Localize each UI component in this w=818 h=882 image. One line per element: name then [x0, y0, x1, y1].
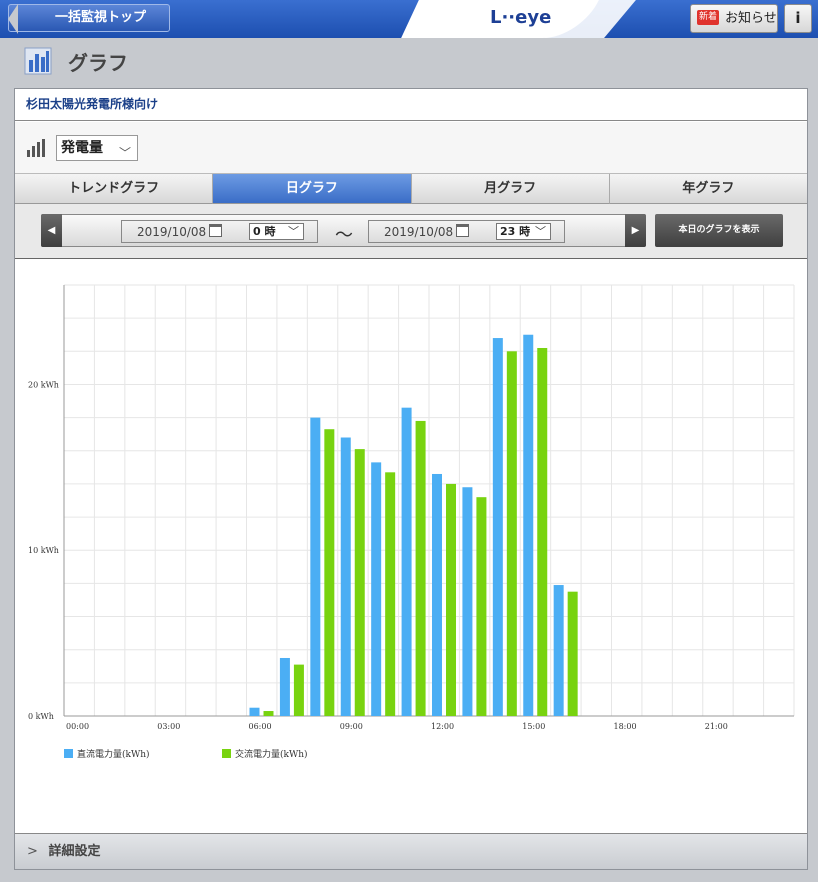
notice-label: お知らせ	[725, 11, 777, 26]
chart-area: 0 kWh 10 kWh 20 kWh 00:00 03:00 06:00 09:00 12:…	[15, 260, 807, 834]
date-range-bar: ◀ 2019/10/08 0 時 ﹀ 〜 2019/10/08 23 時 ﹀ ▶	[15, 204, 807, 259]
chart-bar	[476, 497, 487, 716]
chart-bar	[293, 664, 304, 716]
graph-page-icon	[24, 47, 52, 75]
back-arrow-icon	[8, 4, 18, 34]
chart-bar	[340, 437, 351, 716]
start-hour-value: 0 時	[253, 225, 276, 238]
back-button-label: 一括監視トップ	[55, 10, 147, 25]
legend-swatch	[64, 749, 73, 758]
chart-bar	[506, 351, 517, 716]
end-date-value: 2019/10/08	[384, 225, 454, 239]
top-header-bar: 一括監視トップ L··eye 新着 お知らせ i	[0, 0, 818, 38]
x-tick-label: 06:00	[249, 722, 272, 731]
chart-bar	[432, 473, 442, 716]
chart-bar	[446, 483, 456, 716]
chart-bar	[401, 407, 412, 716]
legend-label: 直流電力量(kWh)	[77, 748, 150, 760]
start-date-value: 2019/10/08	[137, 225, 207, 239]
end-hour-value: 23 時	[500, 225, 531, 238]
x-tick-label: 03:00	[157, 722, 180, 731]
bar-chart-icon	[27, 139, 45, 157]
daily-generation-chart: 0 kWh 10 kWh 20 kWh 00:00 03:00 06:00 09:00 12:…	[28, 284, 795, 760]
tab-month-graph[interactable]: 月グラフ	[411, 174, 610, 204]
chart-bar	[385, 472, 396, 716]
chart-bar	[310, 417, 321, 716]
detail-settings-label: 詳細設定	[48, 844, 101, 859]
graph-panel: 杉田太陽光発電所様向け 発電量 ﹀ トレンドグラフ 日グラフ 月グラフ 年グラフ…	[14, 88, 808, 870]
chart-bar	[324, 429, 335, 716]
x-tick-label: 00:00	[66, 722, 89, 731]
x-tick-label: 12:00	[431, 722, 454, 731]
chart-bar	[523, 334, 534, 716]
chevron-down-icon: ﹀	[535, 225, 546, 238]
plant-name: 杉田太陽光発電所様向け	[15, 89, 807, 121]
tab-year-graph[interactable]: 年グラフ	[609, 174, 807, 204]
start-hour-select[interactable]: 0 時 ﹀	[249, 223, 304, 240]
calendar-icon[interactable]	[456, 224, 469, 237]
y-tick-label: 10 kWh	[28, 546, 59, 555]
date-range-box: ◀ 2019/10/08 0 時 ﹀ 〜 2019/10/08 23 時 ﹀ ▶	[41, 214, 646, 247]
metric-select-value: 発電量	[61, 140, 103, 156]
graph-tabs: トレンドグラフ 日グラフ 月グラフ 年グラフ	[15, 174, 807, 204]
chevron-right-icon: >	[27, 844, 38, 859]
chart-bar	[553, 585, 564, 716]
page-title: グラフ	[68, 51, 128, 75]
info-icon[interactable]: i	[784, 4, 812, 33]
chart-bar	[354, 449, 365, 716]
notice-button[interactable]: 新着 お知らせ	[690, 4, 778, 33]
end-date-field[interactable]: 2019/10/08 23 時 ﹀	[368, 220, 565, 243]
range-separator: 〜	[335, 225, 353, 246]
y-tick-label: 20 kWh	[28, 380, 59, 389]
chart-bar	[462, 487, 473, 716]
tab-day-graph[interactable]: 日グラフ	[213, 174, 412, 204]
chevron-down-icon: ﹀	[288, 225, 299, 238]
chart-bar	[249, 707, 260, 716]
metric-row: 発電量 ﹀	[15, 122, 807, 174]
app-logo: L··eye	[490, 7, 552, 28]
x-tick-label: 21:00	[705, 722, 728, 731]
chart-bar	[415, 420, 426, 716]
x-tick-label: 18:00	[614, 722, 637, 731]
x-tick-label: 09:00	[340, 722, 363, 731]
metric-select[interactable]: 発電量 ﹀	[56, 135, 138, 161]
chart-bar	[492, 338, 503, 716]
legend-swatch	[222, 749, 231, 758]
y-tick-label: 0 kWh	[28, 712, 54, 721]
tab-trend-graph[interactable]: トレンドグラフ	[15, 174, 214, 204]
show-today-graph-button[interactable]: 本日のグラフを表示	[655, 214, 783, 247]
legend-label: 交流電力量(kWh)	[235, 748, 308, 760]
chart-bar	[263, 711, 274, 716]
chart-bar	[567, 591, 578, 716]
start-date-field[interactable]: 2019/10/08 0 時 ﹀	[121, 220, 318, 243]
chevron-down-icon: ﹀	[118, 146, 131, 160]
next-arrow-icon[interactable]: ▶	[625, 214, 646, 247]
detail-settings-toggle[interactable]: > 詳細設定	[15, 833, 807, 869]
chart-bar	[371, 462, 382, 716]
new-badge: 新着	[697, 10, 719, 25]
page-header: グラフ	[0, 38, 818, 82]
chart-bar	[279, 657, 290, 716]
end-hour-select[interactable]: 23 時 ﹀	[496, 223, 551, 240]
calendar-icon[interactable]	[209, 224, 222, 237]
x-tick-label: 15:00	[522, 722, 545, 731]
chart-bar	[537, 347, 548, 716]
back-to-overview-button[interactable]: 一括監視トップ	[8, 4, 170, 34]
prev-arrow-icon[interactable]: ◀	[41, 214, 62, 247]
